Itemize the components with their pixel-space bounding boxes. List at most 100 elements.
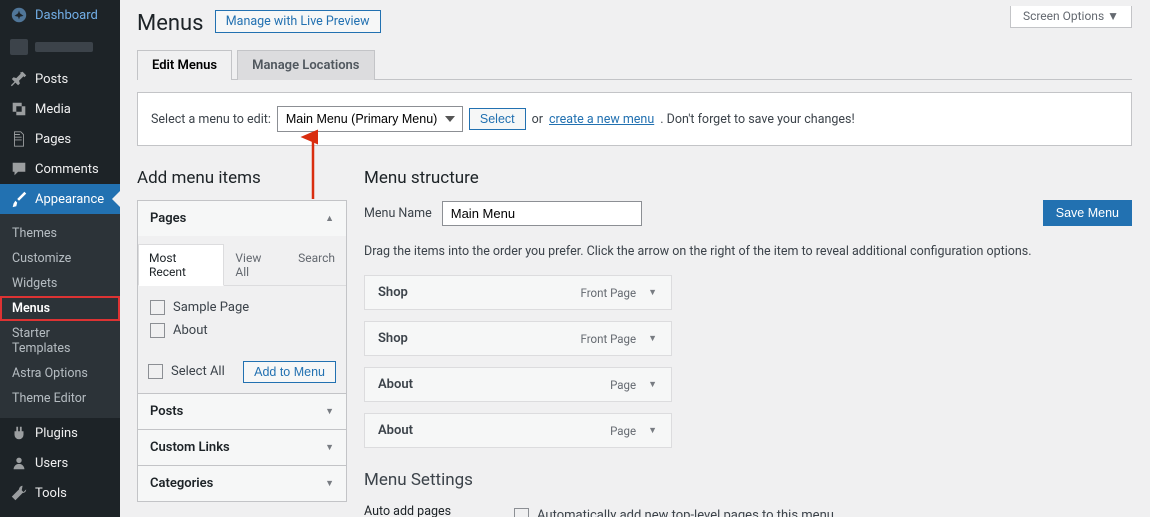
- sub-starter[interactable]: Starter Templates: [0, 321, 120, 361]
- checkbox-select-all[interactable]: [148, 364, 163, 379]
- caret-up-icon: ▲: [325, 213, 334, 224]
- sidebar-item-tools[interactable]: Tools: [0, 478, 120, 508]
- select-all-check[interactable]: Select All: [148, 360, 225, 383]
- menu-items-list: ShopFront Page▼ShopFront Page▼AboutPage▼…: [364, 275, 1132, 448]
- menu-item-title: Shop: [378, 285, 581, 300]
- page-check-about[interactable]: About: [150, 319, 334, 342]
- menu-item-type: Page: [610, 378, 636, 392]
- accordion-head-custom-links[interactable]: Custom Links ▼: [138, 430, 346, 465]
- sidebar-item-settings[interactable]: Settings: [0, 508, 120, 517]
- dashboard-icon: [10, 6, 28, 24]
- sidebar-item-site[interactable]: [0, 30, 120, 64]
- menu-item[interactable]: ShopFront Page ▼: [364, 321, 672, 356]
- sub-menus[interactable]: Menus: [0, 296, 120, 321]
- save-menu-button[interactable]: Save Menu: [1043, 200, 1132, 226]
- sub-editor[interactable]: Theme Editor: [0, 386, 120, 411]
- page-label-sample: Sample Page: [173, 300, 249, 315]
- checkbox-about[interactable]: [150, 323, 165, 338]
- auto-add-text: Automatically add new top-level pages to…: [537, 508, 834, 517]
- select-all-label: Select All: [171, 364, 225, 379]
- tab-view-all[interactable]: View All: [224, 244, 287, 286]
- page-title: Menus: [137, 11, 204, 36]
- menu-structure-heading: Menu structure: [364, 168, 1132, 188]
- caret-down-icon[interactable]: ▼: [644, 425, 661, 436]
- accordion-head-posts[interactable]: Posts ▼: [138, 394, 346, 429]
- menu-select-bar: Select a menu to edit: Main Menu (Primar…: [137, 92, 1132, 146]
- accordion-head-categories[interactable]: Categories ▼: [138, 466, 346, 501]
- sidebar-label-plugins: Plugins: [35, 426, 78, 441]
- add-items-heading: Add menu items: [137, 168, 347, 188]
- accordion-pages: Pages ▲ Most Recent View All Search Samp…: [137, 200, 347, 394]
- accordion-head-pages[interactable]: Pages ▲: [138, 201, 346, 236]
- menu-item-type: Front Page: [581, 286, 637, 300]
- pages-icon: [10, 130, 28, 148]
- caret-down-icon[interactable]: ▼: [644, 287, 661, 298]
- sidebar-item-pages[interactable]: Pages: [0, 124, 120, 154]
- accordion-title-posts: Posts: [150, 404, 183, 419]
- plugin-icon: [10, 424, 28, 442]
- menu-item[interactable]: AboutPage ▼: [364, 367, 672, 402]
- menu-item-title: About: [378, 423, 610, 438]
- sub-astra[interactable]: Astra Options: [0, 361, 120, 386]
- tab-manage-locations[interactable]: Manage Locations: [237, 50, 374, 80]
- menu-settings-heading: Menu Settings: [364, 470, 1132, 490]
- accordion-posts: Posts ▼: [137, 393, 347, 430]
- caret-down-icon[interactable]: ▼: [644, 333, 661, 344]
- sidebar-label-tools: Tools: [35, 486, 67, 501]
- tab-edit-menus[interactable]: Edit Menus: [137, 50, 232, 80]
- sub-widgets[interactable]: Widgets: [0, 271, 120, 296]
- sidebar-item-users[interactable]: Users: [0, 448, 120, 478]
- menu-item[interactable]: ShopFront Page ▼: [364, 275, 672, 310]
- main-content: Screen Options ▼ Menus Manage with Live …: [120, 0, 1150, 517]
- tab-search[interactable]: Search: [287, 244, 346, 286]
- caret-down-icon[interactable]: ▼: [644, 379, 661, 390]
- page-check-sample[interactable]: Sample Page: [150, 296, 334, 319]
- menu-select-dropdown[interactable]: Main Menu (Primary Menu): [277, 106, 463, 132]
- sidebar-item-posts[interactable]: Posts: [0, 64, 120, 94]
- caret-down-icon: ▼: [325, 478, 334, 489]
- accordion-title-categories: Categories: [150, 476, 213, 491]
- checkbox-sample-page[interactable]: [150, 300, 165, 315]
- sidebar-label-media: Media: [35, 102, 71, 117]
- accordion-title-pages: Pages: [150, 211, 186, 226]
- sidebar-item-appearance[interactable]: Appearance: [0, 184, 120, 214]
- sidebar-label-users: Users: [35, 456, 68, 471]
- menu-item-title: Shop: [378, 331, 581, 346]
- page-label-about: About: [173, 323, 208, 338]
- auto-add-label: Auto add pages: [364, 504, 514, 517]
- menu-item-title: About: [378, 377, 610, 392]
- live-preview-button[interactable]: Manage with Live Preview: [215, 10, 381, 33]
- sidebar-item-dashboard[interactable]: Dashboard: [0, 0, 120, 30]
- users-icon: [10, 454, 28, 472]
- tab-most-recent[interactable]: Most Recent: [138, 244, 224, 286]
- media-icon: [10, 100, 28, 118]
- add-to-menu-button[interactable]: Add to Menu: [243, 361, 336, 383]
- sidebar-item-plugins[interactable]: Plugins: [0, 418, 120, 448]
- sidebar-label-comments: Comments: [35, 162, 99, 177]
- tools-icon: [10, 484, 28, 502]
- screen-options-label: Screen Options: [1023, 9, 1104, 23]
- instructions-text: Drag the items into the order you prefer…: [364, 244, 1132, 259]
- sub-customize[interactable]: Customize: [0, 246, 120, 271]
- menu-item-type: Front Page: [581, 332, 637, 346]
- accordion-title-custom-links: Custom Links: [150, 440, 230, 455]
- sidebar-submenu-appearance: Themes Customize Widgets Menus Starter T…: [0, 214, 120, 418]
- sidebar-label-appearance: Appearance: [35, 192, 104, 207]
- caret-down-icon: ▼: [325, 406, 334, 417]
- sidebar-label-dashboard: Dashboard: [35, 8, 98, 23]
- sidebar-item-comments[interactable]: Comments: [0, 154, 120, 184]
- auto-add-check[interactable]: Automatically add new top-level pages to…: [514, 504, 834, 517]
- sidebar-item-media[interactable]: Media: [0, 94, 120, 124]
- sidebar-label-posts: Posts: [35, 72, 68, 87]
- create-menu-link[interactable]: create a new menu: [549, 112, 654, 127]
- caret-down-icon: ▼: [325, 442, 334, 453]
- or-text: or: [532, 112, 543, 127]
- screen-options-toggle[interactable]: Screen Options ▼: [1010, 6, 1132, 28]
- comments-icon: [10, 160, 28, 178]
- menu-name-input[interactable]: [442, 201, 642, 226]
- select-menu-label: Select a menu to edit:: [151, 112, 271, 127]
- checkbox-auto-add[interactable]: [514, 508, 529, 517]
- select-button[interactable]: Select: [469, 108, 526, 130]
- menu-item[interactable]: AboutPage▼: [364, 413, 672, 448]
- sub-themes[interactable]: Themes: [0, 221, 120, 246]
